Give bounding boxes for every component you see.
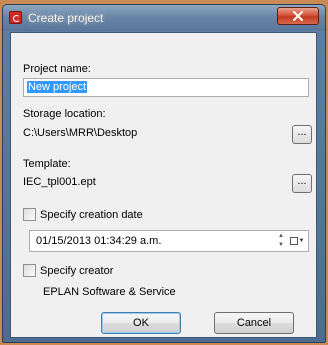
calendar-dropdown-button[interactable]: ▼: [289, 234, 305, 248]
dialog-body: Project name: New project Storage locati…: [10, 32, 317, 338]
creator-option[interactable]: Specify creator: [23, 264, 113, 277]
creation-date-checkbox-label: Specify creation date: [40, 208, 143, 221]
template-field: IEC_tpl001.ept: [23, 174, 283, 193]
creation-date-picker[interactable]: 01/15/2013 01:34:29 a.m. ▲ ▼ ▼: [29, 230, 309, 252]
storage-location-value: C:\Users\MRR\Desktop: [23, 127, 138, 139]
ok-button[interactable]: OK: [101, 312, 181, 334]
creator-checkbox[interactable]: [23, 264, 36, 277]
creator-checkbox-label: Specify creator: [40, 264, 114, 277]
dialog-title: Create project: [28, 11, 104, 25]
storage-location-browse-button[interactable]: ...: [292, 125, 312, 144]
storage-location-label: Storage location:: [23, 108, 106, 120]
template-label: Template:: [23, 158, 71, 170]
template-value: IEC_tpl001.ept: [23, 176, 96, 188]
creation-date-checkbox[interactable]: [23, 208, 36, 221]
title-bar[interactable]: Create project: [3, 5, 325, 31]
creator-value: EPLAN Software & Service: [43, 286, 176, 298]
cancel-button[interactable]: Cancel: [214, 312, 294, 334]
creation-date-value: 01/15/2013 01:34:29 a.m.: [36, 235, 162, 247]
close-button[interactable]: [277, 7, 319, 25]
project-name-value: New project: [27, 81, 88, 93]
calendar-icon: [289, 237, 298, 245]
template-browse-button[interactable]: ...: [292, 174, 312, 193]
create-project-dialog: Create project Project name: New project…: [2, 4, 326, 343]
creation-date-option[interactable]: Specify creation date: [23, 208, 143, 221]
project-name-input[interactable]: New project: [23, 78, 309, 97]
date-spinner[interactable]: ▲ ▼: [276, 233, 286, 249]
project-name-label: Project name:: [23, 63, 91, 75]
spin-up-icon[interactable]: ▲: [276, 233, 286, 240]
storage-location-field: C:\Users\MRR\Desktop: [23, 125, 283, 144]
chevron-down-icon: ▼: [298, 238, 305, 244]
spin-down-icon[interactable]: ▼: [276, 242, 286, 249]
close-icon: [293, 11, 303, 21]
eplan-logo-icon: [9, 11, 22, 24]
